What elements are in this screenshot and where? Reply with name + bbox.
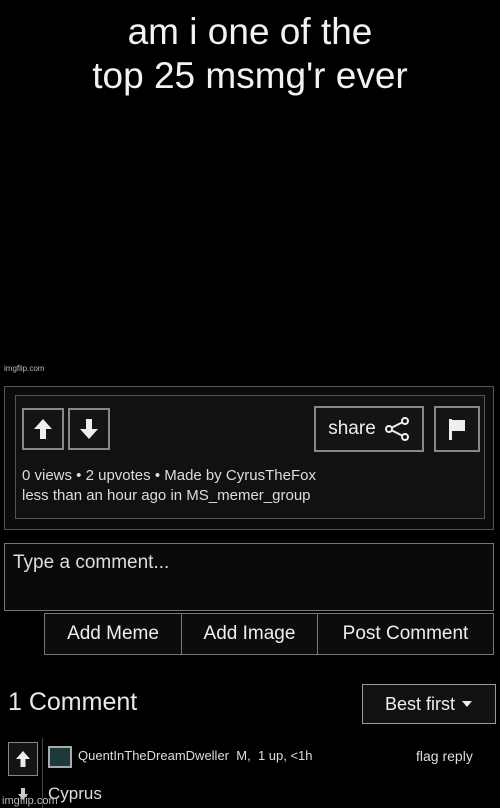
sort-label: Best first <box>384 693 455 714</box>
comment-badge: M <box>236 748 248 763</box>
post-actions-panel: share 0 views • 2 upvotes • Made by Cyru… <box>15 395 485 519</box>
comment-upvote-button[interactable] <box>8 742 38 776</box>
comment-placeholder: Type a comment... <box>13 552 170 573</box>
share-label: share <box>328 418 376 439</box>
comment-flag-link[interactable]: flag <box>416 748 439 764</box>
comment-header: QuentInTheDreamDweller M, 1 up, <1h <box>78 748 313 763</box>
comment-reply-link[interactable]: reply <box>442 748 472 764</box>
imgflip-watermark: imgflip.com <box>2 795 58 807</box>
post-panel: share 0 views • 2 upvotes • Made by Cyru… <box>4 386 494 530</box>
meme-caption-line-2: top 25 msmg'r ever <box>92 55 408 96</box>
comment-item: QuentInTheDreamDweller M, 1 up, <1h flag… <box>4 738 496 808</box>
comment-stats: 1 up, <1h <box>257 748 313 763</box>
post-comment-button[interactable]: Post Comment <box>317 613 494 655</box>
share-button[interactable]: share <box>314 406 424 452</box>
comment-input[interactable]: Type a comment... <box>4 543 494 611</box>
up-arrow-icon <box>16 751 30 767</box>
share-icon <box>384 417 409 441</box>
post-meta-line-1: 0 views • 2 upvotes • Made by CyrusTheFo… <box>22 467 316 484</box>
meme-caption: am i one of the top 25 msmg'r ever <box>0 10 500 98</box>
comment-links: flag reply <box>416 748 473 764</box>
add-image-button[interactable]: Add Image <box>181 613 318 655</box>
up-arrow-icon <box>34 419 52 439</box>
sort-dropdown[interactable]: Best first <box>362 684 496 724</box>
upvote-button[interactable] <box>22 408 64 450</box>
caret-down-icon <box>462 701 472 707</box>
post-meta: 0 views • 2 upvotes • Made by CyrusTheFo… <box>22 466 316 506</box>
comment-count: 1 Comment <box>8 688 138 716</box>
post-meta-line-2: less than an hour ago in MS_memer_group <box>22 487 311 504</box>
downvote-button[interactable] <box>68 408 110 450</box>
meme-watermark: imgflip.com <box>4 364 45 373</box>
flag-button[interactable] <box>434 406 480 452</box>
avatar[interactable] <box>48 746 72 768</box>
flag-icon <box>449 419 465 440</box>
down-arrow-icon <box>80 419 98 439</box>
meme-caption-line-1: am i one of the <box>127 11 373 52</box>
comment-username[interactable]: QuentInTheDreamDweller <box>78 748 229 763</box>
add-meme-button[interactable]: Add Meme <box>44 613 182 655</box>
